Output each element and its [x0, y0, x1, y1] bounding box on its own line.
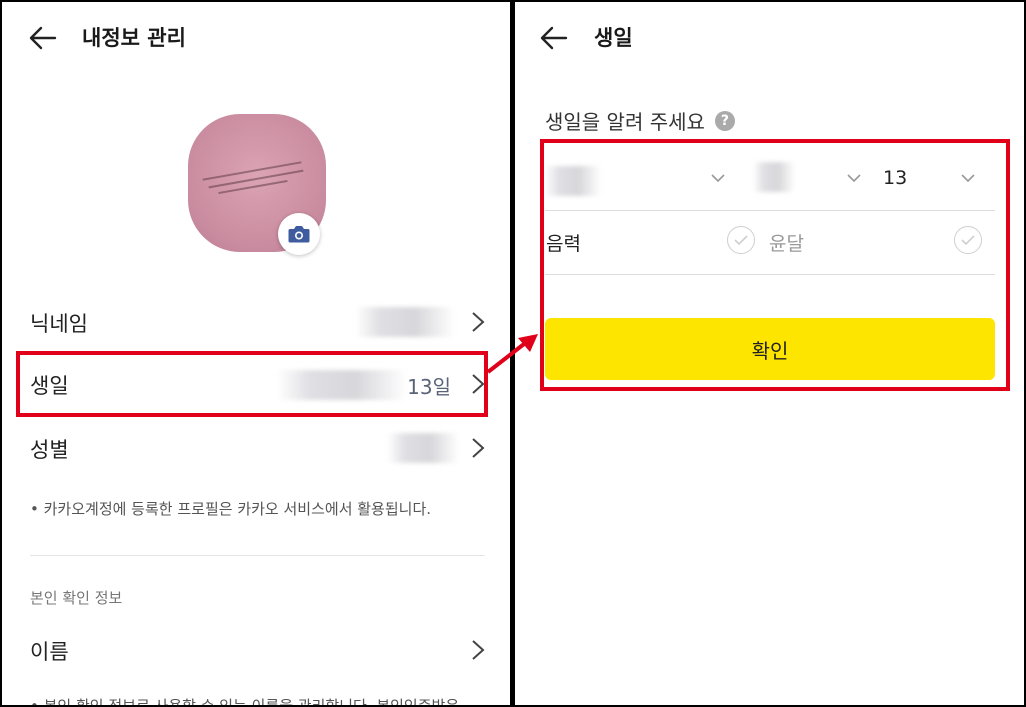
top-bar: 생일 [515, 2, 1024, 72]
chevron-right-icon [472, 640, 485, 660]
nickname-value-redacted [355, 307, 455, 337]
page-title: 내정보 관리 [82, 26, 186, 50]
birthday-prompt: 생일을 알려 주세요 ? [545, 106, 735, 135]
page-title: 생일 [594, 26, 633, 50]
verification-note: • 본인 확인 정보로 사용할 수 있는 이름을 관리합니다. 본인인증받은 [30, 695, 459, 705]
gender-value-redacted [387, 433, 459, 463]
prompt-text: 생일을 알려 주세요 [545, 110, 705, 134]
birthday-row-highlight [16, 351, 488, 417]
back-arrow-icon[interactable] [28, 24, 58, 52]
gender-label: 성별 [30, 438, 69, 462]
birthday-form-highlight [540, 139, 1010, 391]
gender-row[interactable]: 성별 [30, 423, 485, 475]
change-photo-button[interactable] [278, 213, 320, 255]
top-bar: 내정보 관리 [2, 2, 510, 72]
name-label: 이름 [30, 640, 69, 664]
verification-section-title: 본인 확인 정보 [30, 589, 123, 607]
chevron-right-icon [472, 438, 485, 458]
help-icon[interactable]: ? [714, 110, 735, 131]
camera-icon [288, 226, 310, 243]
section-divider [30, 555, 485, 556]
profile-management-screen: 내정보 관리 닉네임 생일 13일 성별 • 카카오계정에 등록한 프로필은 카… [2, 2, 510, 705]
nickname-label: 닉네임 [30, 312, 88, 336]
back-arrow-icon[interactable] [539, 24, 569, 52]
birthday-screen: 생일 생일을 알려 주세요 ? 13 음력 윤달 확인 [515, 2, 1024, 705]
nickname-row[interactable]: 닉네임 [30, 297, 485, 349]
profile-note: • 카카오계정에 등록한 프로필은 카카오 서비스에서 활용됩니다. [30, 500, 432, 518]
callout-arrow-icon [486, 334, 538, 374]
profile-image-area [188, 114, 328, 255]
name-row[interactable]: 이름 [30, 625, 485, 677]
